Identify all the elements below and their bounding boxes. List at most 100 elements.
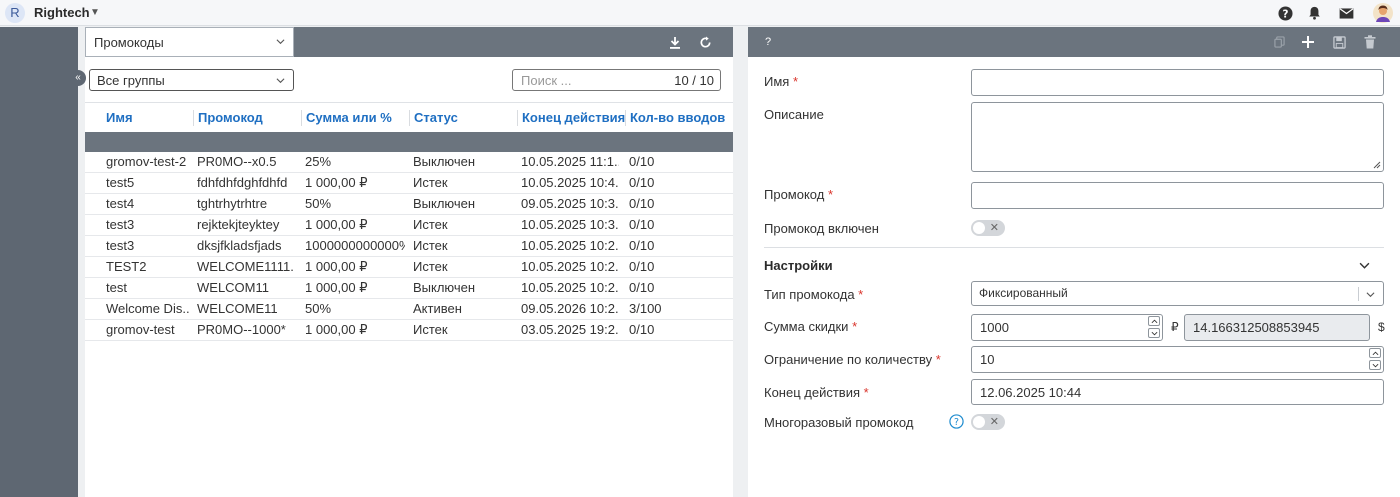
collapse-sidebar-icon[interactable]: «: [70, 70, 86, 86]
app-logo[interactable]: R: [5, 3, 25, 23]
delete-icon[interactable]: [1361, 33, 1379, 51]
cell-end: 10.05.2025 10:4...: [521, 175, 619, 190]
add-icon[interactable]: [1299, 33, 1317, 51]
cell-code: PR0MO--1000*: [197, 322, 286, 337]
refresh-icon[interactable]: [696, 33, 714, 51]
table-row[interactable]: Welcome Dis... WELCOME11 50% Активен 09.05.2…: [85, 299, 733, 320]
limit-value: 10: [980, 352, 995, 367]
cell-status: Истек: [413, 322, 448, 337]
table-header: Имя Промокод Сумма или % Статус Конец де…: [85, 102, 733, 132]
promocode-list-panel: Промокоды Все группы Поиск ... 10 / 10 И…: [85, 27, 733, 497]
toggle-off-icon: ✕: [989, 222, 999, 234]
save-icon[interactable]: [1330, 33, 1348, 51]
top-bar: R Rightech ▼ ?: [0, 0, 1400, 26]
cell-sum: 1 000,00 ₽: [305, 217, 368, 232]
info-icon[interactable]: ?: [949, 414, 964, 432]
cell-count: 0/10: [629, 238, 655, 253]
chevron-down-icon: [276, 39, 285, 45]
cell-name: test3: [106, 238, 135, 253]
column-header-sum[interactable]: Сумма или %: [306, 110, 392, 125]
cell-code: tghtrhytrhtre: [197, 196, 268, 211]
settings-section-title[interactable]: Настройки: [764, 258, 833, 273]
end-date-field[interactable]: 12.06.2025 10:44: [971, 379, 1384, 405]
end-date-label: Конец действия *: [764, 385, 869, 400]
table-row[interactable]: test4 tghtrhytrhtre 50% Выключен 09.05.2025 …: [85, 194, 733, 215]
reusable-toggle[interactable]: ✕: [971, 414, 1005, 430]
table-row[interactable]: test WELCOM11 1 000,00 ₽ Выключен 10.05.2025…: [85, 278, 733, 299]
table-row[interactable]: TEST2 WELCOME1111... 1 000,00 ₽ Истек 10.05.…: [85, 257, 733, 278]
increment-icon[interactable]: [1369, 348, 1381, 358]
select-divider: [1358, 287, 1359, 301]
discount-usd-field: 14.166312508853945: [1184, 314, 1370, 341]
cell-name: TEST2: [106, 259, 147, 274]
table-row[interactable]: gromov-test PR0MO--1000* 1 000,00 ₽ Истек 03…: [85, 320, 733, 341]
cell-sum: 1000000000000%: [305, 238, 405, 253]
app-title[interactable]: Rightech: [34, 5, 90, 20]
entity-select[interactable]: Промокоды: [85, 27, 294, 57]
discount-usd-value: 14.166312508853945: [1193, 320, 1320, 335]
enabled-label: Промокод включен: [764, 221, 879, 236]
column-header-code[interactable]: Промокод: [198, 110, 263, 125]
table-row[interactable]: test3 dksjfkladsfjads 1000000000000% Истек 1…: [85, 236, 733, 257]
resize-handle-icon[interactable]: [1373, 161, 1381, 169]
cell-end: 10.05.2025 11:1...: [521, 154, 619, 169]
name-field[interactable]: [971, 69, 1384, 96]
discount-input[interactable]: 1000: [971, 314, 1163, 341]
cell-status: Истек: [413, 217, 448, 232]
group-select[interactable]: Все группы: [89, 69, 294, 91]
app-menu-caret-icon[interactable]: ▼: [90, 7, 100, 18]
column-divider[interactable]: [517, 110, 518, 126]
name-label: Имя *: [764, 74, 799, 89]
table-row[interactable]: test5 fdhfdhfdghfdhfd 1 000,00 ₽ Истек 10.05…: [85, 173, 733, 194]
cell-count: 0/10: [629, 175, 655, 190]
cell-end: 10.05.2025 10:3...: [521, 217, 619, 232]
search-input[interactable]: Поиск ... 10 / 10: [512, 69, 721, 91]
column-divider[interactable]: [193, 110, 194, 126]
reusable-label: Многоразовый промокод: [764, 415, 914, 430]
list-toolbar: Промокоды: [85, 27, 733, 57]
column-divider[interactable]: [301, 110, 302, 126]
user-avatar-icon[interactable]: [1373, 3, 1393, 23]
bell-icon[interactable]: [1305, 4, 1323, 22]
enabled-toggle[interactable]: ✕: [971, 220, 1005, 236]
download-icon[interactable]: [666, 33, 684, 51]
column-divider[interactable]: [409, 110, 410, 126]
type-select[interactable]: Фиксированный: [971, 281, 1384, 306]
cell-end: 10.05.2025 10:2...: [521, 259, 619, 274]
section-divider: [764, 247, 1384, 248]
cell-status: Выключен: [413, 280, 476, 295]
search-result-count: 10 / 10: [674, 73, 714, 88]
column-header-status[interactable]: Статус: [414, 110, 458, 125]
column-header-count[interactable]: Кол-во вводов: [630, 110, 725, 125]
decrement-icon[interactable]: [1369, 360, 1381, 370]
cell-sum: 1 000,00 ₽: [305, 322, 368, 337]
cell-code: WELCOME11: [197, 301, 278, 316]
cell-count: 0/10: [629, 259, 655, 274]
type-label: Тип промокода *: [764, 287, 864, 302]
cell-end: 09.05.2025 10:3...: [521, 196, 619, 211]
column-header-end[interactable]: Конец действия: [522, 110, 625, 125]
table-row[interactable]: gromov-test-2 PR0MO--x0.5 25% Выключен 10.05…: [85, 152, 733, 173]
cell-sum: 50%: [305, 301, 332, 316]
column-divider[interactable]: [625, 110, 626, 126]
limit-input[interactable]: 10: [971, 346, 1384, 373]
cell-count: 0/10: [629, 154, 655, 169]
increment-icon[interactable]: [1148, 316, 1160, 326]
cell-status: Выключен: [413, 196, 476, 211]
copy-icon[interactable]: [1270, 33, 1288, 51]
cell-name: test5: [106, 175, 135, 190]
table-row[interactable]: test3 rejktekjteyktey 1 000,00 ₽ Истек 10.05…: [85, 215, 733, 236]
chevron-down-icon[interactable]: [1359, 260, 1370, 271]
promocode-field[interactable]: [971, 182, 1384, 209]
decrement-icon[interactable]: [1148, 328, 1160, 338]
table-body: gromov-test-2 PR0MO--x0.5 25% Выключен 10.05…: [85, 152, 733, 341]
description-field[interactable]: [971, 102, 1384, 172]
promocode-label: Промокод *: [764, 187, 834, 202]
help-icon[interactable]: ?: [1276, 4, 1294, 22]
cell-code: rejktekjteyktey: [197, 217, 280, 232]
group-select-value: Все группы: [97, 73, 165, 88]
toggle-off-icon: ✕: [989, 416, 999, 428]
column-header-name[interactable]: Имя: [106, 110, 133, 125]
mail-icon[interactable]: [1337, 4, 1355, 22]
discount-value: 1000: [980, 320, 1009, 335]
